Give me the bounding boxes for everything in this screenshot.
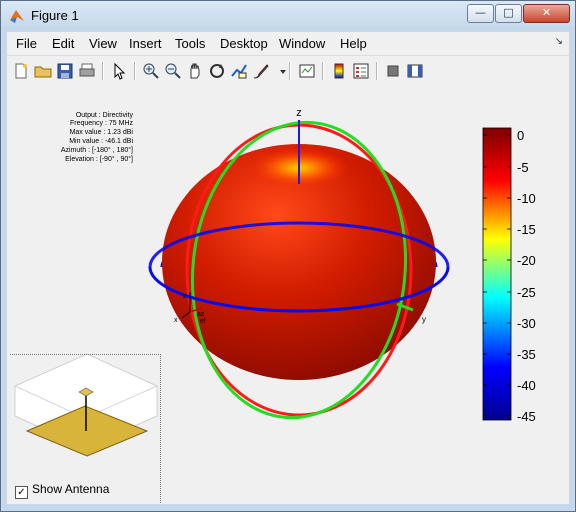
hide-plot-tools-icon[interactable] xyxy=(383,61,403,81)
zoom-out-icon[interactable] xyxy=(163,61,183,81)
legend-icon[interactable] xyxy=(351,61,371,81)
pointer-icon[interactable] xyxy=(109,61,129,81)
checkbox-check-icon[interactable]: ✓ xyxy=(15,486,28,499)
menu-desktop[interactable]: Desktop xyxy=(220,36,268,51)
brush-icon[interactable] xyxy=(251,61,271,81)
show-antenna-checkbox[interactable]: ✓ Show Antenna xyxy=(15,482,109,499)
menu-window[interactable]: Window xyxy=(279,36,325,51)
menu-tools[interactable]: Tools xyxy=(175,36,205,51)
open-folder-icon[interactable] xyxy=(33,61,53,81)
figure-canvas: Output : Directivity Frequency : 75 MHz … xyxy=(7,86,569,504)
colorbar-tick-1: -5 xyxy=(517,160,529,175)
origin-z-label: z xyxy=(183,293,187,300)
save-icon[interactable] xyxy=(55,61,75,81)
new-figure-icon[interactable] xyxy=(11,61,31,81)
menu-help[interactable]: Help xyxy=(340,36,367,51)
colorbar[interactable]: 0 -5 -10 -15 -20 -25 -30 -35 -40 -45 xyxy=(482,127,536,424)
menu-bar: File Edit View Insert Tools Desktop Wind… xyxy=(7,32,569,55)
close-button[interactable]: ✕ xyxy=(523,4,570,23)
data-cursor-icon[interactable] xyxy=(229,61,249,81)
dock-arrow-icon[interactable]: ↘ xyxy=(555,36,563,47)
origin-az-label: az xyxy=(197,311,205,318)
pan-hand-icon[interactable] xyxy=(185,61,205,81)
z-axis-label: z xyxy=(296,107,302,119)
window-title: Figure 1 xyxy=(31,8,79,23)
antenna-panel xyxy=(10,354,161,503)
minimize-button[interactable]: — xyxy=(467,4,494,23)
info-frequency: Frequency : 75 MHz xyxy=(70,120,134,127)
colorbar-tick-3: -15 xyxy=(517,222,536,237)
origin-el-label: el xyxy=(200,318,206,325)
colorbar-tick-4: -20 xyxy=(517,253,536,268)
menu-insert[interactable]: Insert xyxy=(129,36,162,51)
colorbar-tick-8: -40 xyxy=(517,378,536,393)
info-elevation: Elevation : [-90° , 90°] xyxy=(65,155,133,163)
info-min-value: Min value : -46.1 dBi xyxy=(69,138,133,145)
figure-window: Figure 1 — □ ✕ File Edit View Insert Too… xyxy=(0,0,576,512)
menu-view[interactable]: View xyxy=(89,36,117,51)
y-axis-label: y xyxy=(422,315,426,324)
figure-toolbar xyxy=(7,55,569,87)
title-bar[interactable]: Figure 1 — □ ✕ xyxy=(1,1,575,31)
colorbar-tick-9: -45 xyxy=(517,409,536,424)
print-icon[interactable] xyxy=(77,61,97,81)
link-plot-icon[interactable] xyxy=(297,61,317,81)
brush-dropdown-icon[interactable] xyxy=(273,61,286,81)
show-plot-tools-icon[interactable] xyxy=(405,61,425,81)
zoom-in-icon[interactable] xyxy=(141,61,161,81)
colorbar-tick-2: -10 xyxy=(517,191,536,206)
origin-x-label: x xyxy=(174,317,178,324)
maximize-button[interactable]: □ xyxy=(495,4,522,23)
colorbar-strip xyxy=(482,127,512,421)
info-max-value: Max value : 1.23 dBi xyxy=(70,129,134,136)
pattern-info-text: Output : Directivity Frequency : 75 MHz … xyxy=(61,112,134,163)
rotate-3d-icon[interactable] xyxy=(207,61,227,81)
matlab-logo-icon xyxy=(10,10,24,23)
colorbar-tick-6: -30 xyxy=(517,316,536,331)
colorbar-tick-5: -25 xyxy=(517,285,536,300)
colorbar-icon[interactable] xyxy=(329,61,349,81)
show-antenna-label: Show Antenna xyxy=(32,482,110,496)
info-azimuth: Azimuth : [-180° , 180°] xyxy=(61,146,133,154)
menu-file[interactable]: File xyxy=(16,36,37,51)
colorbar-tick-0: 0 xyxy=(517,128,524,143)
info-output: Output : Directivity xyxy=(76,112,134,119)
menu-edit[interactable]: Edit xyxy=(52,36,74,51)
colorbar-tick-7: -35 xyxy=(517,347,536,362)
